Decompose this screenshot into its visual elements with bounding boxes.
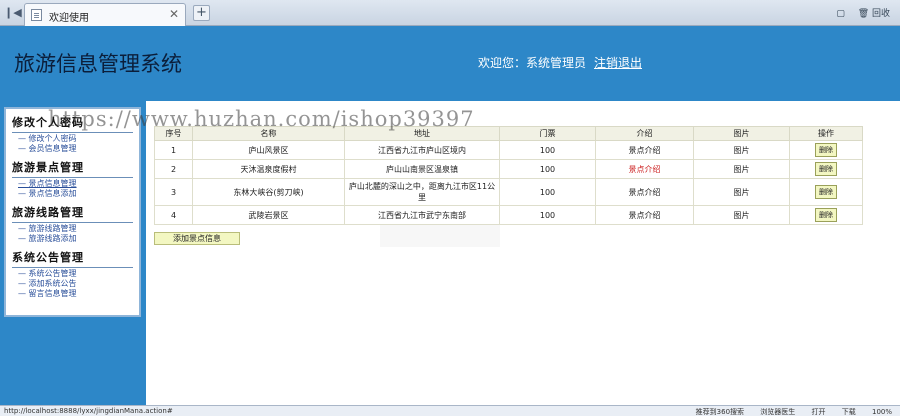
col-header-intro: 介绍 xyxy=(595,126,694,141)
cell-id: 3 xyxy=(154,178,193,206)
cell-address: 江西省九江市武宁东南部 xyxy=(344,205,500,225)
recycle-bin-button[interactable]: 🗑 回收 xyxy=(858,9,890,19)
menu-group-title: 旅游景点管理 xyxy=(12,161,84,174)
cell-image: 图片 xyxy=(693,159,790,179)
intro-link[interactable]: 景点介绍 xyxy=(629,188,661,197)
menu-item-notice-manage[interactable]: 系统公告管理 xyxy=(12,269,133,279)
menu-item-change-password[interactable]: 修改个人密码 xyxy=(12,134,133,144)
cell-action: 删除 xyxy=(789,159,863,179)
menu-item-notice-add[interactable]: 添加系统公告 xyxy=(12,279,133,289)
menu-item-scenic-manage[interactable]: 景点信息管理 xyxy=(12,179,133,189)
cell-address: 江西省九江市庐山区境内 xyxy=(344,140,500,160)
cell-name: 天沐温泉度假村 xyxy=(192,159,345,179)
menu-item-message-manage[interactable]: 留言信息管理 xyxy=(12,289,133,299)
cell-id: 1 xyxy=(154,140,193,160)
table-row: 1 庐山风景区 江西省九江市庐山区境内 100 景点介绍 图片 删除 xyxy=(154,140,863,160)
image-link[interactable]: 图片 xyxy=(734,146,750,155)
delete-button[interactable]: 删除 xyxy=(815,143,837,157)
cell-intro: 景点介绍 xyxy=(595,140,694,160)
cell-address: 庐山山南景区温泉镇 xyxy=(344,159,500,179)
menu-divider xyxy=(12,267,133,268)
cell-intro: 景点介绍 xyxy=(595,159,694,179)
cell-name: 庐山风景区 xyxy=(192,140,345,160)
cell-ticket: 100 xyxy=(499,205,596,225)
tab-title: 欢迎使用 xyxy=(49,13,89,24)
col-header-action: 操作 xyxy=(789,126,863,141)
menu-item-route-manage[interactable]: 旅游线路管理 xyxy=(12,224,133,234)
intro-link[interactable]: 景点介绍 xyxy=(629,211,661,220)
cell-id: 2 xyxy=(154,159,193,179)
browser-status-bar: http://localhost:8888/lyxx/jingdianMana.… xyxy=(0,405,900,416)
welcome-text: 欢迎您：系统管理员 xyxy=(478,56,587,70)
page-header: 旅游信息管理系统 欢迎您：系统管理员 注销退出 xyxy=(0,26,900,101)
delete-button[interactable]: 删除 xyxy=(815,185,837,199)
image-link[interactable]: 图片 xyxy=(734,211,750,220)
scenic-table: 序号 名称 地址 门票 介绍 图片 操作 1 庐山风景区 江西省九江市庐山区境内… xyxy=(154,126,863,225)
cell-ticket: 100 xyxy=(499,178,596,206)
menu-group-title: 旅游线路管理 xyxy=(12,206,84,219)
status-search-recommend[interactable]: 推荐到360搜索 xyxy=(696,408,744,416)
cell-action: 删除 xyxy=(789,205,863,225)
status-open[interactable]: 打开 xyxy=(812,408,826,416)
cell-ticket: 100 xyxy=(499,140,596,160)
menu-item-route-add[interactable]: 旅游线路添加 xyxy=(12,234,133,244)
cell-address: 庐山北麓的深山之中，距离九江市区11公里 xyxy=(344,178,500,206)
browser-tab-welcome[interactable]: 欢迎使用 ✕ xyxy=(24,3,186,26)
intro-link[interactable]: 景点介绍 xyxy=(629,146,661,155)
delete-button[interactable]: 删除 xyxy=(815,162,837,176)
menu-divider xyxy=(12,177,133,178)
image-link[interactable]: 图片 xyxy=(734,165,750,174)
page-icon xyxy=(31,9,42,21)
close-tab-icon[interactable]: ✕ xyxy=(169,7,179,21)
logout-link[interactable]: 注销退出 xyxy=(594,54,642,71)
status-zoom[interactable]: 100% xyxy=(872,408,892,416)
menu-item-scenic-add[interactable]: 景点信息添加 xyxy=(12,189,133,199)
sidebar-menu: 修改个人密码 修改个人密码 会员信息管理 旅游景点管理 景点信息管理 景点信息添… xyxy=(4,107,141,317)
cell-intro: 景点介绍 xyxy=(595,205,694,225)
status-download[interactable]: 下载 xyxy=(842,408,856,416)
cell-ticket: 100 xyxy=(499,159,596,179)
col-header-name: 名称 xyxy=(192,126,345,141)
col-header-ticket: 门票 xyxy=(499,126,596,141)
menu-group-route: 旅游线路管理 旅游线路管理 旅游线路添加 xyxy=(6,199,139,244)
menu-group-title: 系统公告管理 xyxy=(12,251,84,264)
cell-image: 图片 xyxy=(693,140,790,160)
delete-button[interactable]: 删除 xyxy=(815,208,837,222)
menu-group-password: 修改个人密码 修改个人密码 会员信息管理 xyxy=(6,109,139,154)
cell-action: 删除 xyxy=(789,178,863,206)
system-title: 旅游信息管理系统 xyxy=(14,52,182,76)
add-scenic-button[interactable]: 添加景点信息 xyxy=(154,232,240,245)
cell-id: 4 xyxy=(154,205,193,225)
status-url: http://localhost:8888/lyxx/jingdianMana.… xyxy=(4,407,173,415)
menu-item-member-manage[interactable]: 会员信息管理 xyxy=(12,144,133,154)
recording-overlay xyxy=(380,225,500,247)
menu-divider xyxy=(12,222,133,223)
status-browser-doctor[interactable]: 浏览器医生 xyxy=(760,408,795,416)
menu-divider xyxy=(12,132,133,133)
table-header-row: 序号 名称 地址 门票 介绍 图片 操作 xyxy=(154,126,863,141)
browser-tools: ▢ 🗑 回收 xyxy=(826,6,890,19)
cell-name: 东林大峡谷(剪刀峡) xyxy=(192,178,345,206)
cell-action: 删除 xyxy=(789,140,863,160)
col-header-image: 图片 xyxy=(693,126,790,141)
menu-group-scenic: 旅游景点管理 景点信息管理 景点信息添加 xyxy=(6,154,139,199)
cell-name: 武陵岩景区 xyxy=(192,205,345,225)
col-header-address: 地址 xyxy=(344,126,500,141)
sidebar-toggle-icon[interactable]: ❙◀ xyxy=(4,5,22,21)
new-tab-button[interactable]: + xyxy=(193,5,210,21)
image-link[interactable]: 图片 xyxy=(734,188,750,197)
intro-link[interactable]: 景点介绍 xyxy=(629,165,661,174)
status-items: 推荐到360搜索 浏览器医生 打开 下载 100% xyxy=(682,407,892,416)
table-row: 2 天沐温泉度假村 庐山山南景区温泉镇 100 景点介绍 图片 删除 xyxy=(154,159,863,179)
table-row: 3 东林大峡谷(剪刀峡) 庐山北麓的深山之中，距离九江市区11公里 100 景点… xyxy=(154,178,863,206)
menu-group-notice: 系统公告管理 系统公告管理 添加系统公告 留言信息管理 xyxy=(6,244,139,299)
table-row: 4 武陵岩景区 江西省九江市武宁东南部 100 景点介绍 图片 删除 xyxy=(154,205,863,225)
cell-image: 图片 xyxy=(693,178,790,206)
cell-image: 图片 xyxy=(693,205,790,225)
menu-group-title: 修改个人密码 xyxy=(12,116,84,129)
browser-tab-bar: ❙◀ 欢迎使用 ✕ + ▢ 🗑 回收 xyxy=(0,0,900,26)
restore-window-icon[interactable]: ▢ xyxy=(836,9,845,19)
col-header-id: 序号 xyxy=(154,126,193,141)
cell-intro: 景点介绍 xyxy=(595,178,694,206)
